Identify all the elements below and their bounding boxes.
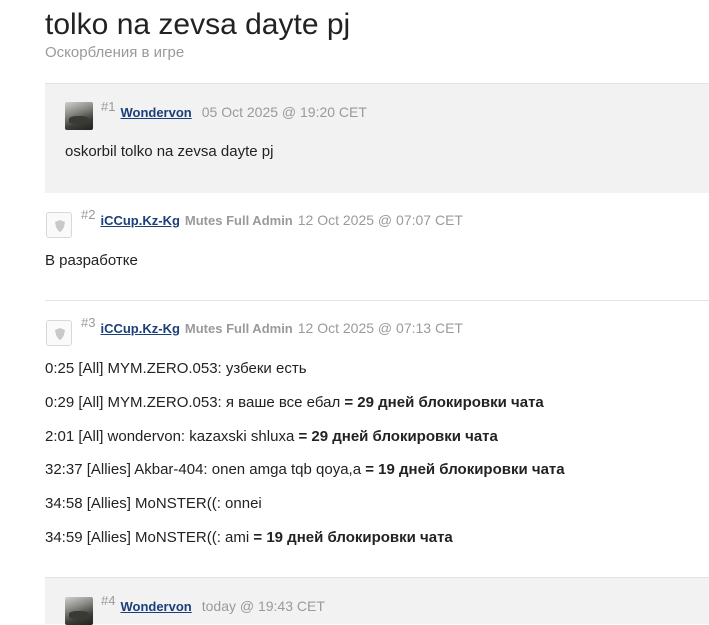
post-1-meta: #1 Wondervon 05 Oct 2025 @ 19:20 CET: [101, 99, 367, 120]
chat-log-line: 34:59 [Allies] MoNSTER((: ami = 19 дней …: [45, 529, 453, 546]
author-link[interactable]: iCCup.Kz-Kg: [100, 213, 179, 228]
post-date: 12 Oct 2025 @ 07:07 CET: [297, 212, 463, 228]
post-3-meta: #3 iCCup.Kz-Kg Mutes Full Admin 12 Oct 2…: [81, 315, 463, 336]
post-date: 12 Oct 2025 @ 07:13 CET: [297, 320, 463, 336]
topic-title: tolko na zevsa dayte pj: [45, 8, 351, 41]
chat-log-line: 2:01 [All] wondervon: kazaxski shluxa = …: [45, 428, 498, 445]
author-role: Mutes Full Admin: [184, 321, 293, 336]
author-link[interactable]: Wondervon: [120, 105, 191, 120]
post-number[interactable]: #1: [101, 99, 115, 114]
shield-icon[interactable]: [46, 320, 72, 346]
post-1: [45, 83, 709, 193]
post-number[interactable]: #4: [101, 593, 115, 608]
post-date: today @ 19:43 CET: [201, 598, 325, 614]
author-link[interactable]: iCCup.Kz-Kg: [100, 321, 179, 336]
post-4-meta: #4 Wondervon today @ 19:43 CET: [101, 593, 325, 614]
topic-subtitle: Оскорбления в игре: [45, 44, 185, 61]
chat-log-line: 34:58 [Allies] MoNSTER((: onnei: [45, 495, 262, 512]
post-date: 05 Oct 2025 @ 19:20 CET: [201, 104, 367, 120]
chat-log-line: 32:37 [Allies] Akbar-404: onen amga tqb …: [45, 461, 565, 478]
author-role: Mutes Full Admin: [184, 213, 293, 228]
shield-icon[interactable]: [46, 212, 72, 238]
chat-log-line: 0:25 [All] MYM.ZERO.053: узбеки есть: [45, 360, 307, 377]
post-2: [45, 193, 709, 300]
post-2-meta: #2 iCCup.Kz-Kg Mutes Full Admin 12 Oct 2…: [81, 207, 463, 228]
author-link[interactable]: Wondervon: [120, 599, 191, 614]
chat-log-line: 0:29 [All] MYM.ZERO.053: я ваше все ебал…: [45, 394, 544, 411]
post-1-body: oskorbil tolko na zevsa dayte pj: [65, 143, 274, 160]
post-number[interactable]: #2: [81, 207, 95, 222]
avatar[interactable]: [65, 102, 93, 130]
avatar[interactable]: [65, 597, 93, 625]
post-number[interactable]: #3: [81, 315, 95, 330]
post-2-body: В разработке: [45, 252, 138, 269]
